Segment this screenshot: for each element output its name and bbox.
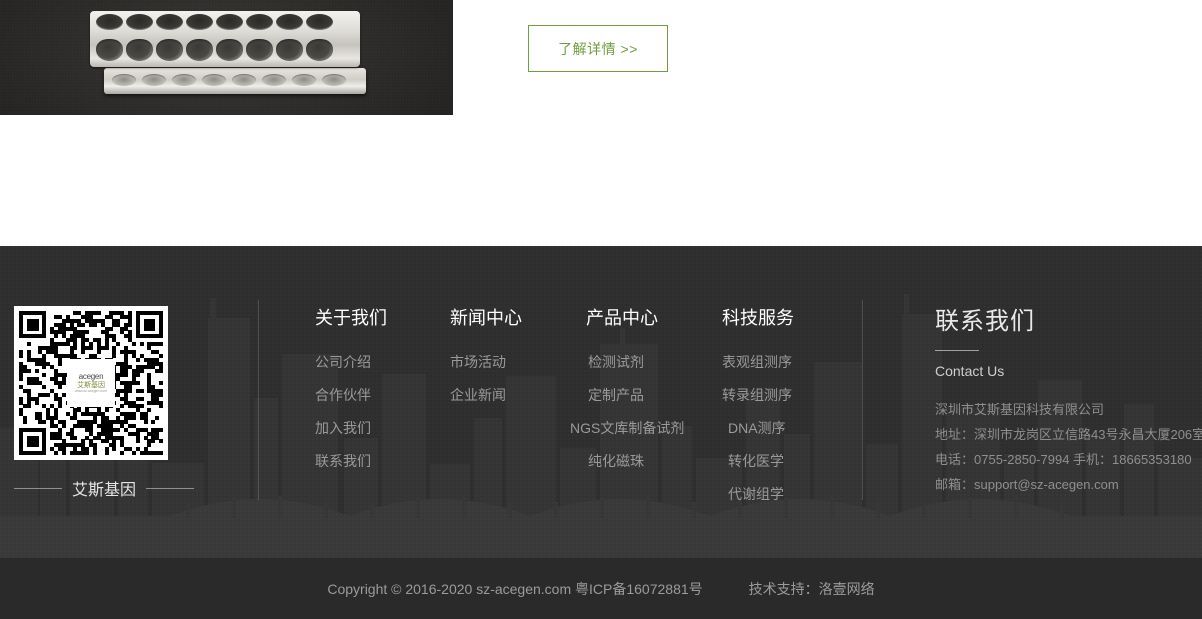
qr-logo-brand: acegen bbox=[78, 371, 104, 381]
contact-company: 深圳市艾斯基因科技有限公司 bbox=[935, 402, 1105, 417]
top-content-area: 了解详情 >> bbox=[0, 0, 1202, 246]
pcr-tube-strip-illustration bbox=[82, 8, 372, 108]
footer-column-news: 新闻中心 市场活动 企业新闻 bbox=[450, 304, 522, 412]
footer-link[interactable]: 转录组测序 bbox=[722, 379, 794, 412]
footer-link[interactable]: DNA测序 bbox=[728, 412, 794, 445]
footer-column-about: 关于我们 公司介绍 合作伙伴 加入我们 联系我们 bbox=[315, 304, 387, 478]
qr-caption: 艾斯基因 bbox=[14, 476, 195, 500]
learn-more-button[interactable]: 了解详情 >> bbox=[528, 25, 668, 72]
footer-link[interactable]: 表观组测序 bbox=[722, 346, 794, 379]
contact-email: 邮箱：support@sz-acegen.com bbox=[935, 477, 1119, 492]
cap-openings bbox=[96, 14, 333, 30]
site-footer: acegen 艾斯基因 www.sz-acegen.com 艾斯基因 关于我们 … bbox=[0, 246, 1202, 558]
footer-link[interactable]: 企业新闻 bbox=[450, 379, 522, 412]
footer-link[interactable]: 转化医学 bbox=[728, 445, 794, 478]
footer-link[interactable]: 代谢组学 bbox=[728, 478, 794, 511]
qr-center-logo: acegen 艾斯基因 www.sz-acegen.com bbox=[71, 363, 111, 403]
tube-strip-base bbox=[104, 68, 366, 94]
qr-caption-text: 艾斯基因 bbox=[72, 482, 137, 499]
footer-link[interactable]: 纯化磁珠 bbox=[588, 445, 684, 478]
product-image[interactable] bbox=[0, 0, 453, 115]
tube-strip-caps bbox=[90, 11, 360, 67]
qr-logo-url: www.sz-acegen.com bbox=[74, 388, 108, 393]
tech-support-text: 技术支持：洛壹网络 bbox=[748, 580, 875, 597]
footer-link[interactable]: 加入我们 bbox=[315, 412, 387, 445]
footer-link[interactable]: 市场活动 bbox=[450, 346, 522, 379]
footer-link[interactable]: 检测试剂 bbox=[588, 346, 684, 379]
footer-link[interactable]: 联系我们 bbox=[315, 445, 387, 478]
contact-phone: 电话：0755-2850-7994 手机：18665353180 bbox=[935, 452, 1192, 467]
footer-link[interactable]: NGS文库制备试剂 bbox=[570, 412, 684, 445]
qr-caption-rule-right bbox=[146, 487, 195, 489]
copyright-bar: Copyright © 2016-2020 sz-acegen.com 粤ICP… bbox=[0, 558, 1202, 619]
footer-column-title: 产品中心 bbox=[586, 308, 658, 328]
tube-wells bbox=[96, 39, 333, 61]
footer-column-services: 科技服务 表观组测序 转录组测序 DNA测序 转化医学 代谢组学 bbox=[722, 304, 794, 511]
tube-strip-base-wells bbox=[112, 74, 346, 86]
copyright-text: Copyright © 2016-2020 sz-acegen.com 粤ICP… bbox=[327, 580, 703, 597]
footer-link[interactable]: 合作伙伴 bbox=[315, 379, 387, 412]
qr-code-block: acegen 艾斯基因 www.sz-acegen.com 艾斯基因 bbox=[14, 306, 244, 500]
contact-address: 地址：深圳市龙岗区立信路43号永昌大厦206室 bbox=[935, 427, 1202, 442]
footer-column-title: 关于我们 bbox=[315, 308, 387, 328]
footer-link[interactable]: 定制产品 bbox=[588, 379, 684, 412]
footer-divider-right bbox=[862, 300, 863, 500]
footer-column-title: 新闻中心 bbox=[450, 308, 522, 328]
footer-column-title: 科技服务 bbox=[722, 308, 794, 328]
footer-link[interactable]: 公司介绍 bbox=[315, 346, 387, 379]
qr-caption-rule-left bbox=[14, 487, 62, 489]
contact-title: 联系我们 bbox=[935, 308, 1035, 335]
wechat-qr-code[interactable]: acegen 艾斯基因 www.sz-acegen.com bbox=[14, 306, 168, 460]
contact-title-rule bbox=[935, 350, 979, 351]
contact-subtitle: Contact Us bbox=[935, 363, 1005, 379]
footer-contact-block: 联系我们 Contact Us 深圳市艾斯基因科技有限公司 地址：深圳市龙岗区立… bbox=[935, 301, 1202, 497]
footer-divider-left bbox=[258, 300, 259, 500]
footer-column-products: 产品中心 检测试剂 定制产品 NGS文库制备试剂 纯化磁珠 bbox=[570, 304, 684, 478]
